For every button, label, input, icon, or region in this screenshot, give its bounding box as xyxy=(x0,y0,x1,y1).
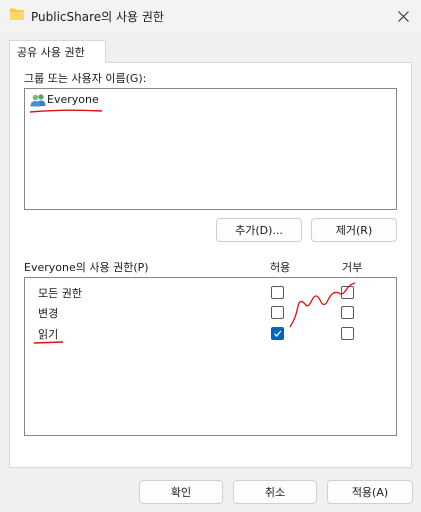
close-button[interactable] xyxy=(392,6,414,26)
permission-row-label: 읽기 xyxy=(38,328,59,341)
folder-icon xyxy=(10,8,24,20)
users-icon xyxy=(30,94,46,107)
deny-column-header: 거부 xyxy=(342,261,363,274)
close-icon xyxy=(397,10,409,22)
deny-checkbox-read[interactable] xyxy=(341,327,354,340)
group-list-label: 그룹 또는 사용자 이름(G): xyxy=(24,72,147,85)
user-list[interactable] xyxy=(24,88,397,210)
allow-column-header: 허용 xyxy=(270,261,291,274)
window-title: PublicShare의 사용 권한 xyxy=(31,10,164,24)
apply-button[interactable]: 적용(A) xyxy=(327,480,413,504)
cancel-button[interactable]: 취소 xyxy=(233,480,317,504)
tab-share-permissions[interactable]: 공유 사용 권한 xyxy=(9,40,106,63)
ok-button[interactable]: 확인 xyxy=(139,480,223,504)
permission-row-label: 모든 권한 xyxy=(38,287,82,300)
list-item-everyone[interactable]: Everyone xyxy=(47,93,99,106)
allow-checkbox-full-control[interactable] xyxy=(271,286,284,299)
allow-checkbox-read[interactable] xyxy=(271,327,284,340)
deny-checkbox-change[interactable] xyxy=(341,306,354,319)
add-button[interactable]: 추가(D)... xyxy=(216,218,302,242)
tab-label: 공유 사용 권한 xyxy=(17,46,85,59)
permission-row-label: 변경 xyxy=(38,307,59,320)
deny-checkbox-full-control[interactable] xyxy=(341,286,354,299)
allow-checkbox-change[interactable] xyxy=(271,306,284,319)
permissions-label: Everyone의 사용 권한(P) xyxy=(24,261,149,274)
remove-button[interactable]: 제거(R) xyxy=(311,218,397,242)
